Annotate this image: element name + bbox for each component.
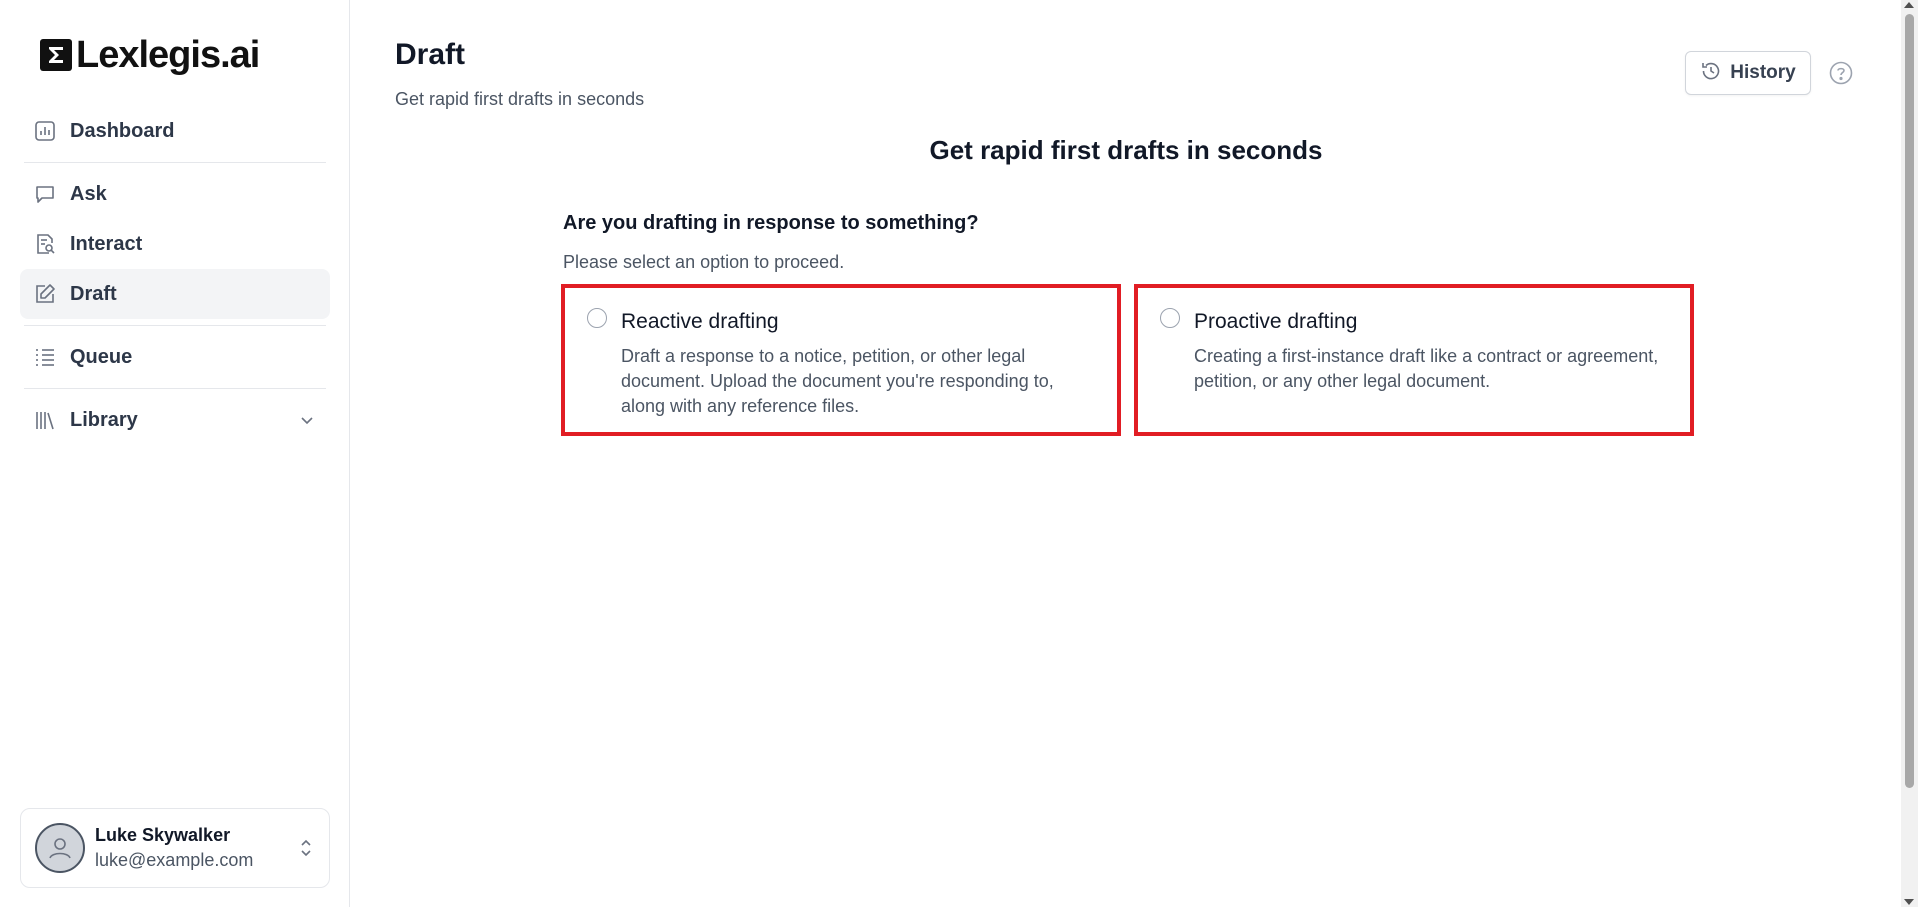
sigma-logo-icon <box>40 39 72 71</box>
brand-logo[interactable]: Lexlegis.ai <box>40 34 260 76</box>
user-name: Luke Skywalker <box>95 825 231 845</box>
sidebar-item-draft[interactable]: Draft <box>20 269 330 319</box>
sidebar-item-dashboard[interactable]: Dashboard <box>20 106 330 156</box>
user-icon <box>49 838 71 859</box>
sidebar-item-queue[interactable]: Queue <box>20 332 330 382</box>
option-title: Reactive drafting <box>621 310 779 333</box>
sidebar: Lexlegis.ai Dashboard Ask Interact Draft… <box>0 0 350 907</box>
user-email: luke@example.com <box>95 850 254 870</box>
scroll-down-icon[interactable] <box>1904 899 1914 905</box>
divider <box>24 162 326 163</box>
vertical-scrollbar[interactable] <box>1901 0 1918 907</box>
chevrons-up-down-icon[interactable] <box>297 836 315 860</box>
divider <box>24 325 326 326</box>
instruction-text: Please select an option to proceed. <box>563 252 845 272</box>
history-button[interactable]: History <box>1685 51 1811 95</box>
help-icon[interactable] <box>1829 61 1853 85</box>
chart-icon <box>34 120 56 142</box>
sidebar-item-library[interactable]: Library <box>20 395 330 445</box>
option-title: Proactive drafting <box>1194 310 1358 333</box>
sidebar-item-label: Draft <box>70 282 117 305</box>
list-icon <box>34 346 56 368</box>
user-info: Luke Skywalker luke@example.com <box>95 825 253 871</box>
sidebar-nav: Dashboard Ask Interact Draft Queue Libra… <box>20 106 330 445</box>
library-icon <box>34 409 56 431</box>
scroll-thumb[interactable] <box>1905 14 1914 788</box>
document-search-icon <box>34 233 56 255</box>
option-description: Creating a first-instance draft like a c… <box>1194 346 1659 391</box>
question-label: Are you drafting in response to somethin… <box>563 212 979 234</box>
option-description: Draft a response to a notice, petition, … <box>621 346 1054 416</box>
history-icon <box>1700 60 1722 87</box>
sidebar-item-ask[interactable]: Ask <box>20 169 330 219</box>
avatar <box>35 823 85 873</box>
sidebar-item-label: Library <box>70 408 138 431</box>
radio-button[interactable] <box>1160 308 1180 328</box>
brand-name: Lexlegis.ai <box>76 34 260 76</box>
sidebar-item-label: Ask <box>70 182 107 205</box>
page-title: Draft <box>395 38 466 71</box>
scroll-up-icon[interactable] <box>1904 2 1914 8</box>
sidebar-item-interact[interactable]: Interact <box>20 219 330 269</box>
sidebar-item-label: Dashboard <box>70 119 175 142</box>
divider <box>24 388 326 389</box>
main-content: Draft Get rapid first drafts in seconds … <box>351 0 1901 907</box>
sidebar-item-label: Queue <box>70 345 133 368</box>
chevron-down-icon[interactable] <box>298 411 316 429</box>
chat-bubble-icon <box>34 183 56 205</box>
option-proactive-drafting[interactable]: Proactive drafting Creating a first-inst… <box>1134 284 1694 436</box>
sidebar-item-label: Interact <box>70 232 143 255</box>
user-menu[interactable]: Luke Skywalker luke@example.com <box>20 808 330 888</box>
page-subtitle: Get rapid first drafts in seconds <box>395 89 645 109</box>
option-reactive-drafting[interactable]: Reactive drafting Draft a response to a … <box>561 284 1121 436</box>
radio-button[interactable] <box>587 308 607 328</box>
edit-icon <box>34 283 56 305</box>
history-label: History <box>1730 62 1796 83</box>
section-heading: Get rapid first drafts in seconds <box>929 135 1323 165</box>
